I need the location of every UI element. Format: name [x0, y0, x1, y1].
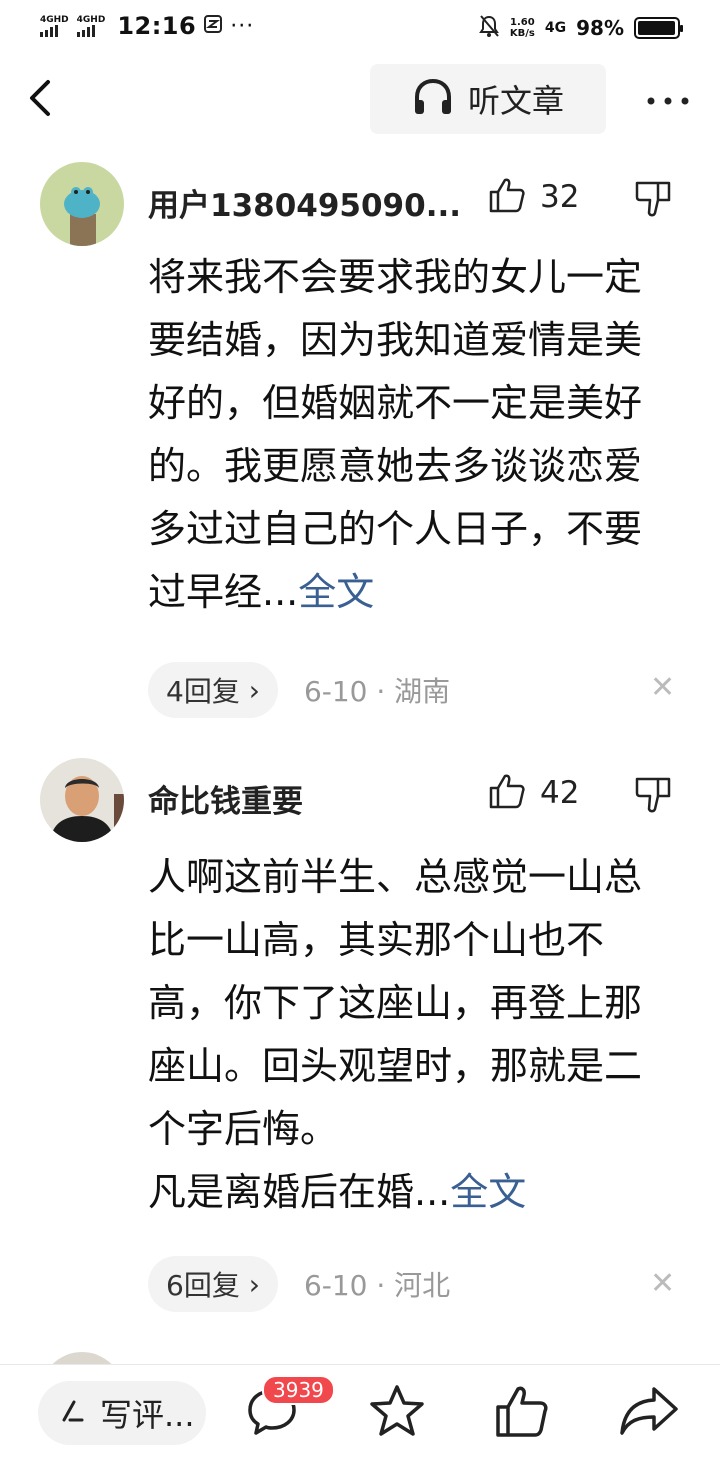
battery-percent: 98%: [576, 16, 624, 40]
clock: 12:16: [117, 12, 197, 40]
pen-icon: [60, 1398, 86, 1428]
thumbs-up-icon: [488, 772, 526, 814]
listen-article-label: 听文章: [467, 82, 564, 120]
signal-2-label: 4GHD: [76, 15, 106, 25]
avatar[interactable]: [40, 162, 124, 246]
network-speed-unit: KB/s: [509, 28, 535, 39]
notification-icon: [204, 14, 223, 38]
network-speed-value: 1.60: [510, 17, 535, 28]
write-comment-button[interactable]: 写评...: [38, 1381, 206, 1445]
like-button[interactable]: 32: [488, 176, 579, 218]
signal-2-icon: 4GHD: [76, 15, 106, 37]
close-icon[interactable]: ✕: [650, 670, 675, 705]
thumbs-down-icon: [635, 181, 671, 217]
replies-label: 6回复: [166, 1269, 240, 1302]
write-comment-label: 写评...: [100, 1396, 195, 1434]
comment-count-badge: 3939: [262, 1375, 335, 1405]
like-count: 32: [540, 179, 580, 215]
like-count: 42: [540, 775, 580, 811]
avatar[interactable]: [40, 758, 124, 842]
battery-icon: [634, 17, 683, 39]
comment-body: 人啊这前半生、总感觉一山总比一山高，其实那个山也不高，你下了这座山，再登上那座山…: [148, 846, 668, 1224]
favorite-star-icon[interactable]: [368, 1383, 426, 1443]
replies-button[interactable]: 6回复 ›: [148, 1256, 278, 1312]
network-type: 4G: [544, 20, 567, 36]
back-icon[interactable]: [22, 76, 62, 120]
dislike-button[interactable]: [634, 180, 672, 222]
thumbs-up-icon: [488, 176, 526, 218]
thumbs-down-icon: [635, 777, 671, 813]
top-nav: 听文章: [0, 56, 720, 140]
more-notifications-dots: ···: [230, 13, 255, 39]
status-bar: 4GHD 4GHD 12:16 ··· 1.60 KB/s 4G 98%: [0, 0, 720, 56]
network-speed: 1.60 KB/s: [510, 17, 535, 39]
like-button[interactable]: 42: [488, 772, 579, 814]
comment-meta: 4回复 › 6-10 · 湖南: [148, 662, 450, 718]
listen-article-button[interactable]: 听文章: [370, 64, 606, 134]
username[interactable]: 用户1380495090...: [148, 180, 461, 225]
date-location: 6-10 · 河北: [303, 1269, 451, 1302]
username[interactable]: 命比钱重要: [148, 776, 303, 821]
replies-button[interactable]: 4回复 ›: [148, 662, 278, 718]
like-article-icon[interactable]: [494, 1383, 550, 1443]
share-icon[interactable]: [618, 1383, 680, 1443]
dislike-button[interactable]: [634, 776, 672, 818]
full-text-link[interactable]: 全文: [450, 1170, 526, 1214]
close-icon[interactable]: ✕: [650, 1266, 675, 1301]
date-location: 6-10 · 湖南: [303, 675, 451, 708]
signal-1-icon: 4GHD: [40, 15, 69, 37]
comment-meta: 6回复 › 6-10 · 河北: [148, 1256, 450, 1312]
headphones-icon: [412, 77, 454, 121]
replies-label: 4回复: [166, 675, 240, 708]
comment-text: 人啊这前半生、总感觉一山总比一山高，其实那个山也不高，你下了这座山，再登上那座山…: [148, 855, 643, 1151]
comment-body: 将来我不会要求我的女儿一定要结婚，因为我知道爱情是美好的，但婚姻就不一定是美好的…: [148, 246, 668, 624]
full-text-link[interactable]: 全文: [298, 570, 374, 614]
bottom-bar: 写评... 3939: [0, 1364, 720, 1460]
mute-icon: [478, 14, 500, 42]
signal-1-label: 4GHD: [40, 15, 69, 25]
more-options-icon[interactable]: [646, 82, 690, 112]
comment-text-tail: 凡是离婚后在婚...: [148, 1170, 451, 1214]
comment-text: 将来我不会要求我的女儿一定要结婚，因为我知道爱情是美好的，但婚姻就不一定是美好的…: [148, 255, 643, 614]
